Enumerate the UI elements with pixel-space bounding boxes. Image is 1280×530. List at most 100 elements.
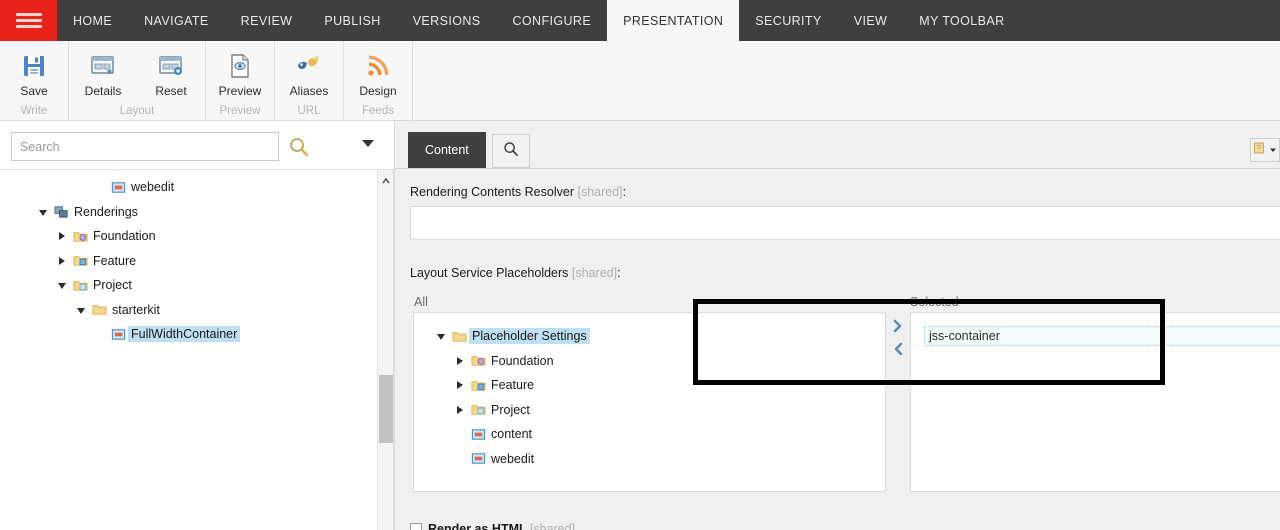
ribbon-group-feeds: Design Feeds bbox=[344, 41, 413, 121]
ribbon-button-save[interactable]: Save bbox=[0, 41, 68, 105]
selected-placeholders-listbox[interactable]: jss-container bbox=[910, 312, 1280, 492]
nav-tab-label: SECURITY bbox=[755, 13, 822, 28]
triangle-right-icon[interactable] bbox=[452, 356, 468, 365]
tree-node[interactable]: Feature bbox=[16, 249, 371, 274]
ribbon-button-details[interactable]: Details bbox=[69, 41, 137, 105]
top-navigation-bar: HOME NAVIGATE REVIEW PUBLISH VERSIONS CONFIGU… bbox=[0, 0, 1280, 41]
ribbon-button-preview[interactable]: Preview bbox=[206, 41, 274, 105]
nav-tab-view[interactable]: VIEW bbox=[838, 0, 904, 41]
placeholder-tree-node[interactable]: Project bbox=[433, 398, 590, 423]
tab-content[interactable]: Content bbox=[408, 132, 486, 168]
triangle-right-icon[interactable] bbox=[54, 256, 70, 265]
ribbon-button-label: Reset bbox=[155, 84, 187, 98]
selected-item[interactable]: jss-container bbox=[924, 326, 1280, 346]
triangle-right-icon[interactable] bbox=[452, 405, 468, 414]
placeholder-tree-node-label: content bbox=[491, 427, 533, 442]
nav-tab-security[interactable]: SECURITY bbox=[739, 0, 837, 41]
tree-node-label: Renderings bbox=[74, 204, 138, 219]
tree-node-label: webedit bbox=[131, 180, 175, 195]
ribbon-group-layout: Details Reset Layout bbox=[69, 41, 206, 121]
content-tree-search-bar bbox=[0, 121, 394, 169]
tree-node[interactable]: Renderings bbox=[16, 200, 371, 225]
triangle-right-icon[interactable] bbox=[452, 381, 468, 390]
chevron-up-icon[interactable] bbox=[381, 173, 391, 184]
chevron-down-icon bbox=[1269, 141, 1277, 159]
nav-tab-presentation[interactable]: PRESENTATION bbox=[607, 0, 740, 41]
rendering-item-icon bbox=[108, 327, 128, 342]
placeholder-tree-node[interactable]: Feature bbox=[433, 373, 590, 398]
triangle-down-icon[interactable] bbox=[73, 306, 89, 314]
ribbon-button-design[interactable]: Design bbox=[344, 41, 412, 105]
panel-properties-button[interactable] bbox=[1250, 138, 1280, 162]
render-as-html-label-text: Render as HTML bbox=[428, 522, 527, 530]
chevron-right-icon[interactable] bbox=[891, 318, 905, 339]
triangle-down-icon[interactable] bbox=[433, 332, 449, 341]
chevron-down-icon[interactable] bbox=[362, 140, 374, 147]
rendering-properties-panel: Content Rendering Contents Resolver [sha… bbox=[395, 121, 1280, 530]
nav-tab-review[interactable]: REVIEW bbox=[225, 0, 309, 41]
triangle-right-icon[interactable] bbox=[54, 232, 70, 241]
tree-node[interactable]: Project bbox=[16, 273, 371, 298]
placeholder-tree-node[interactable]: content bbox=[433, 422, 590, 447]
placeholder-item-icon bbox=[468, 451, 488, 466]
search-input[interactable] bbox=[11, 132, 279, 161]
nav-tab-label: VERSIONS bbox=[412, 13, 481, 28]
nav-tab-label: MY TOOLBAR bbox=[919, 13, 1005, 28]
tree-node-label: Foundation bbox=[93, 229, 156, 244]
chevron-left-icon[interactable] bbox=[891, 341, 905, 362]
aliases-masks-icon bbox=[295, 50, 323, 82]
placeholder-tree-node[interactable]: Foundation bbox=[433, 349, 590, 374]
ribbon-group-label: Write bbox=[20, 105, 48, 117]
tree-node-label: starterkit bbox=[112, 302, 160, 317]
tree-node[interactable]: Foundation bbox=[16, 224, 371, 249]
nav-tab-versions[interactable]: VERSIONS bbox=[397, 0, 497, 41]
nav-tab-navigate[interactable]: NAVIGATE bbox=[128, 0, 225, 41]
ribbon-group-url: Aliases URL bbox=[275, 41, 344, 121]
tree-node-label: Project bbox=[93, 278, 132, 293]
folder-foundation-icon bbox=[468, 353, 488, 368]
ribbon-button-label: Save bbox=[20, 84, 48, 98]
folder-foundation-icon bbox=[70, 229, 90, 244]
render-as-html-label: Render as HTML [shared] bbox=[428, 522, 575, 530]
placeholder-tree-node-label: Project bbox=[491, 402, 530, 417]
search-icon[interactable] bbox=[288, 136, 310, 158]
nav-tab-publish[interactable]: PUBLISH bbox=[308, 0, 396, 41]
nav-tab-my-toolbar[interactable]: MY TOOLBAR bbox=[903, 0, 1020, 41]
triangle-down-icon[interactable] bbox=[35, 208, 51, 216]
nav-tab-label: PUBLISH bbox=[324, 13, 381, 28]
all-placeholders-listbox[interactable]: Placeholder Settings Foundation Feature Pro… bbox=[413, 312, 886, 492]
rendering-contents-resolver-input[interactable] bbox=[410, 206, 1280, 240]
content-tree-scrollbar[interactable] bbox=[377, 170, 393, 530]
nav-tab-home[interactable]: HOME bbox=[57, 0, 128, 41]
ribbon-group-label: URL bbox=[297, 105, 321, 117]
tab-search-button[interactable] bbox=[491, 134, 530, 168]
placeholder-item-icon bbox=[468, 427, 488, 442]
ribbon-button-label: Preview bbox=[218, 84, 262, 98]
ribbon-button-label: Aliases bbox=[289, 84, 329, 98]
ribbon-button-reset[interactable]: Reset bbox=[137, 41, 205, 105]
placeholder-tree-node-label: Feature bbox=[491, 378, 535, 393]
ribbon-group-label: Preview bbox=[219, 105, 261, 117]
ribbon-group-preview: Preview Preview bbox=[206, 41, 275, 121]
ribbon-button-aliases[interactable]: Aliases bbox=[275, 41, 343, 105]
properties-icon bbox=[1253, 141, 1267, 160]
hamburger-menu-button[interactable] bbox=[0, 0, 57, 41]
render-as-html-checkbox[interactable] bbox=[410, 523, 422, 530]
scrollbar-thumb[interactable] bbox=[379, 375, 393, 443]
rendering-contents-resolver-label: Rendering Contents Resolver [shared]: bbox=[410, 185, 626, 199]
placeholder-tree-node[interactable]: Placeholder Settings bbox=[433, 324, 590, 349]
ribbon-group-write: Save Write bbox=[0, 41, 69, 121]
tree-node[interactable]: webedit bbox=[16, 175, 371, 200]
folder-feature-icon bbox=[468, 378, 488, 393]
tabstrip-underline bbox=[395, 168, 1280, 169]
placeholder-tree-node[interactable]: webedit bbox=[433, 447, 590, 472]
tree-node[interactable]: FullWidthContainer bbox=[16, 322, 371, 347]
tree-node[interactable]: starterkit bbox=[16, 298, 371, 323]
nav-tab-label: CONFIGURE bbox=[512, 13, 592, 28]
triangle-down-icon[interactable] bbox=[54, 281, 70, 290]
nav-tab-label: HOME bbox=[73, 13, 113, 28]
content-tree-panel: webedit Renderings Foundation Feature Projec… bbox=[0, 169, 394, 530]
ribbon-button-label: Details bbox=[84, 84, 122, 98]
render-as-html-shared-tag: [shared] bbox=[529, 522, 576, 530]
nav-tab-configure[interactable]: CONFIGURE bbox=[497, 0, 608, 41]
